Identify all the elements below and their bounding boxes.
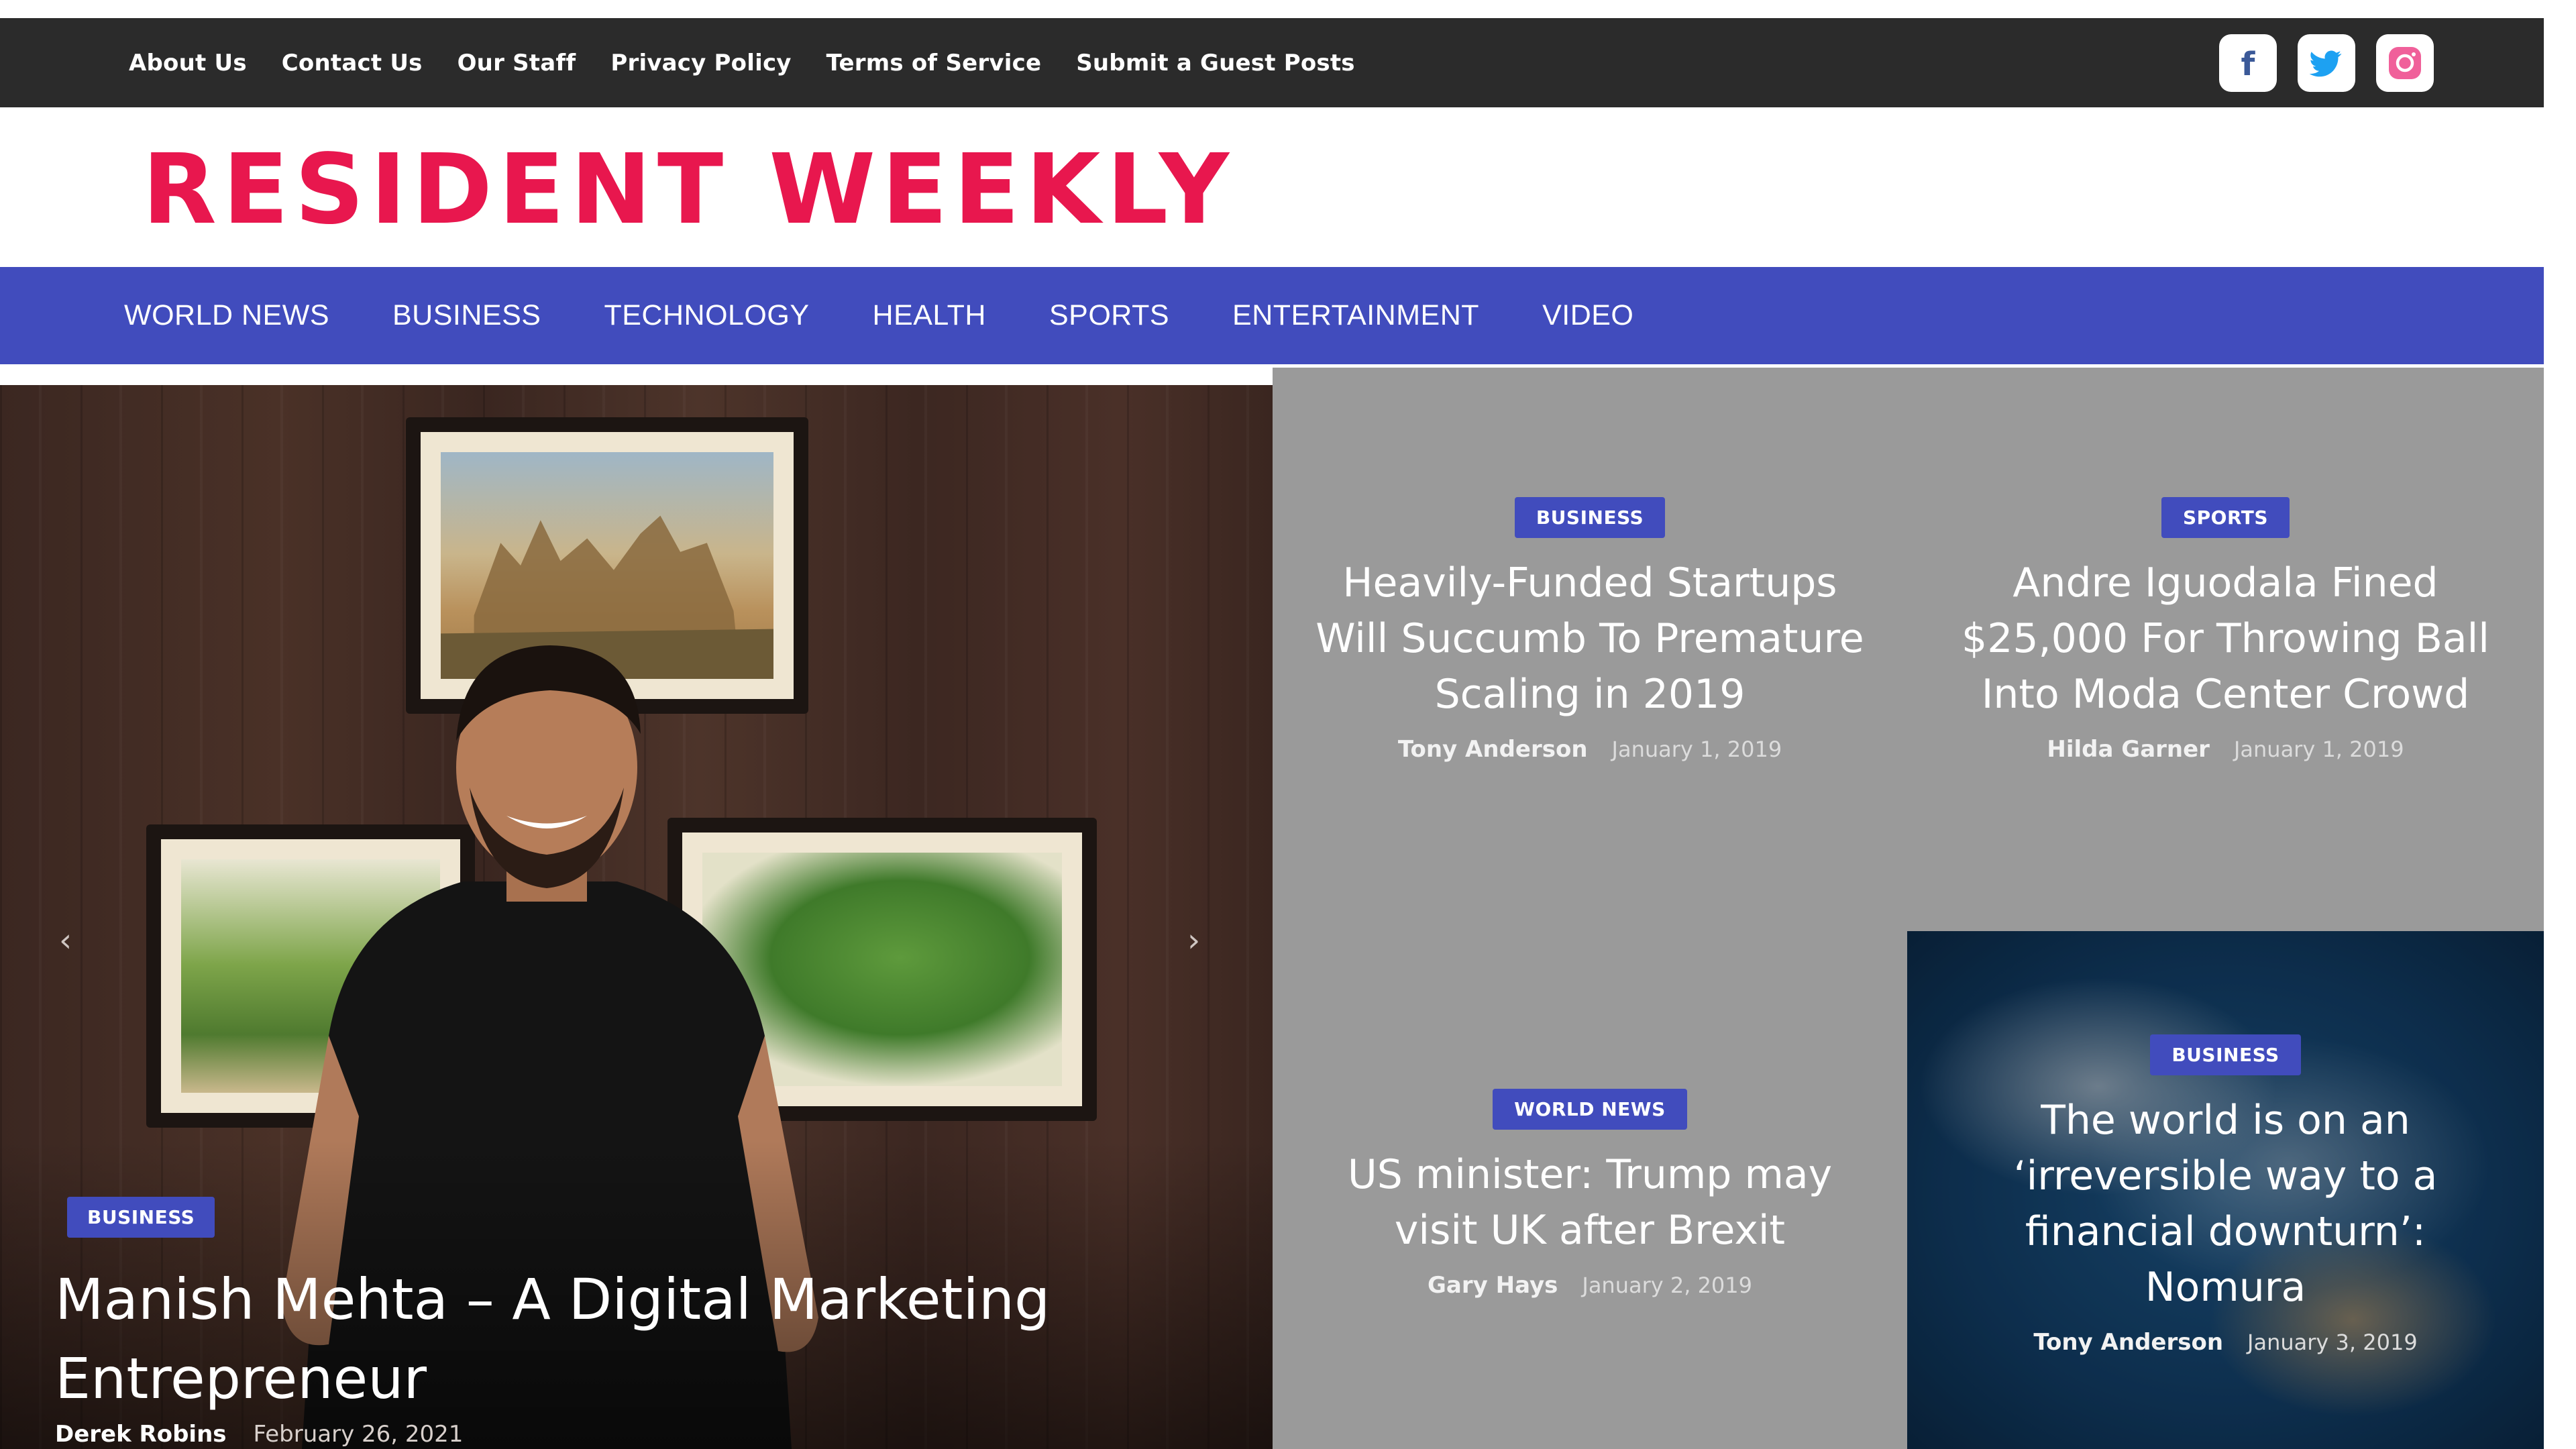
card-title[interactable]: Andre Iguodala Fined $25,000 For Throwin… (1945, 555, 2506, 722)
card-author[interactable]: Tony Anderson (2033, 1329, 2223, 1356)
twitter-icon (2309, 50, 2342, 77)
card-category-badge[interactable]: SPORTS (2161, 497, 2290, 538)
top-link-contact-us[interactable]: Contact Us (282, 50, 423, 76)
card-author[interactable]: Hilda Garner (2047, 736, 2210, 763)
hero-meta: Derek Robins February 26, 2021 (55, 1421, 463, 1448)
hero-date: February 26, 2021 (253, 1421, 464, 1448)
main-nav: WORLD NEWS BUSINESS TECHNOLOGY HEALTH SP… (0, 267, 2544, 364)
facebook-icon: f (2229, 44, 2267, 83)
nav-item-entertainment[interactable]: ENTERTAINMENT (1232, 299, 1479, 332)
card-date: January 2, 2019 (1582, 1273, 1752, 1298)
hero-category-badge[interactable]: BUSINESS (67, 1197, 215, 1238)
article-card[interactable]: BUSINESS The world is on an ‘irreversibl… (1907, 931, 2544, 1449)
hero-title[interactable]: Manish Mehta – A Digital Marketing Entre… (55, 1260, 1229, 1418)
nav-item-business[interactable]: BUSINESS (392, 299, 541, 332)
card-meta: Gary Hays January 2, 2019 (1428, 1272, 1752, 1299)
nav-item-health[interactable]: HEALTH (873, 299, 986, 332)
card-date: January 1, 2019 (1611, 737, 1782, 762)
nav-item-world-news[interactable]: WORLD NEWS (124, 299, 329, 332)
nav-item-technology[interactable]: TECHNOLOGY (604, 299, 809, 332)
article-card[interactable]: SPORTS Andre Iguodala Fined $25,000 For … (1907, 368, 2544, 931)
nav-item-sports[interactable]: SPORTS (1049, 299, 1169, 332)
facebook-button[interactable]: f (2219, 34, 2277, 92)
card-meta: Tony Anderson January 3, 2019 (2033, 1329, 2417, 1356)
top-link-privacy-policy[interactable]: Privacy Policy (610, 50, 791, 76)
card-category-badge[interactable]: BUSINESS (2150, 1034, 2301, 1075)
card-meta: Hilda Garner January 1, 2019 (2047, 736, 2404, 763)
nav-items: WORLD NEWS BUSINESS TECHNOLOGY HEALTH SP… (124, 299, 1633, 332)
card-date: January 1, 2019 (2233, 737, 2404, 762)
hero-slider[interactable]: ‹ › BUSINESS Manish Mehta – A Digital Ma… (0, 385, 1273, 1449)
card-title[interactable]: Heavily-Funded Startups Will Succumb To … (1311, 555, 1869, 722)
hero-author[interactable]: Derek Robins (55, 1421, 227, 1448)
card-title[interactable]: The world is on an ‘irreversible way to … (1964, 1093, 2486, 1316)
top-links: About Us Contact Us Our Staff Privacy Po… (129, 50, 1355, 76)
card-meta: Tony Anderson January 1, 2019 (1398, 736, 1782, 763)
social-links: f (2219, 34, 2434, 92)
hero-next-arrow[interactable]: › (1187, 922, 1200, 959)
top-link-terms-of-service[interactable]: Terms of Service (826, 50, 1042, 76)
top-utility-bar: About Us Contact Us Our Staff Privacy Po… (0, 18, 2544, 107)
instagram-icon (2389, 47, 2421, 79)
top-link-about-us[interactable]: About Us (129, 50, 247, 76)
nav-item-video[interactable]: VIDEO (1542, 299, 1633, 332)
card-title[interactable]: US minister: Trump may visit UK after Br… (1311, 1147, 1869, 1258)
card-author[interactable]: Gary Hays (1428, 1272, 1558, 1299)
hero-prev-arrow[interactable]: ‹ (59, 922, 72, 959)
svg-text:f: f (2241, 46, 2256, 83)
card-author[interactable]: Tony Anderson (1398, 736, 1588, 763)
card-category-badge[interactable]: BUSINESS (1514, 497, 1666, 538)
article-card[interactable]: WORLD NEWS US minister: Trump may visit … (1273, 931, 1907, 1449)
card-category-badge[interactable]: WORLD NEWS (1493, 1089, 1687, 1130)
top-link-our-staff[interactable]: Our Staff (458, 50, 576, 76)
site-logo[interactable]: RESIDENT WEEKLY (142, 141, 1235, 237)
top-link-submit-guest-posts[interactable]: Submit a Guest Posts (1076, 50, 1355, 76)
card-date: January 3, 2019 (2247, 1330, 2418, 1355)
article-card[interactable]: BUSINESS Heavily-Funded Startups Will Su… (1273, 368, 1907, 931)
instagram-button[interactable] (2376, 34, 2434, 92)
twitter-button[interactable] (2298, 34, 2355, 92)
